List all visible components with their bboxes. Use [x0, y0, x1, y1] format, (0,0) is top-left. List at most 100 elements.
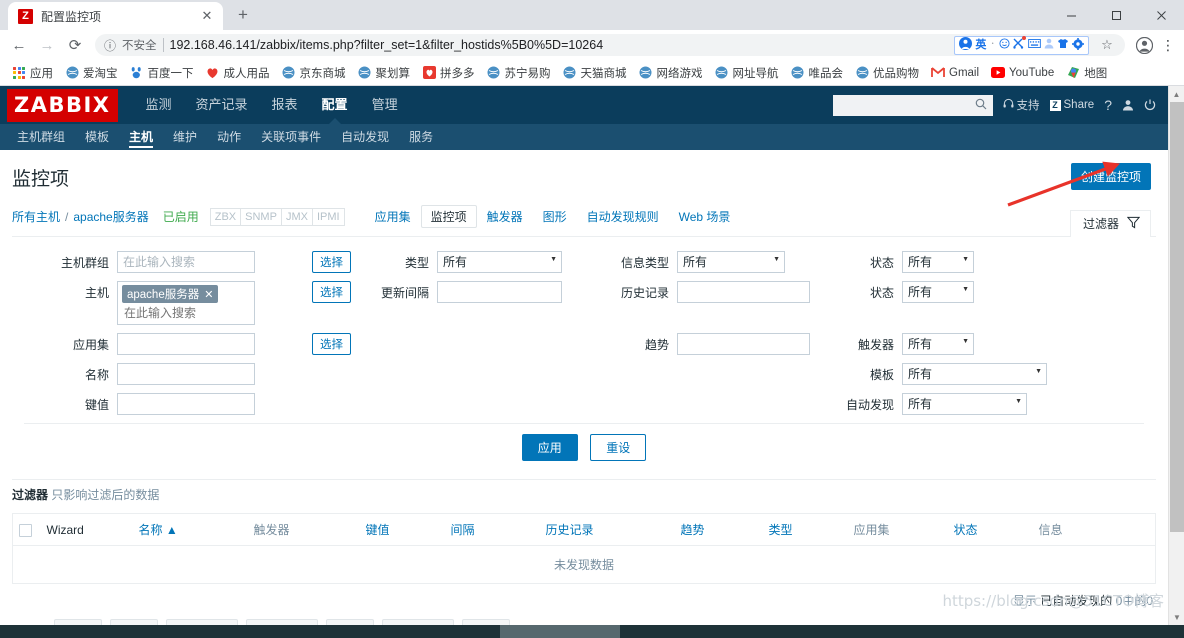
bookmark-tmall[interactable]: 天猫商城 [557, 62, 633, 84]
ime-keyboard-icon[interactable] [1028, 39, 1041, 51]
close-window-button[interactable] [1139, 0, 1184, 30]
subnav-discovery[interactable]: 自动发现 [331, 124, 399, 150]
subnav-correlation[interactable]: 关联项事件 [251, 124, 331, 150]
col-status[interactable]: 状态 [947, 513, 1033, 546]
page-scrollbar[interactable]: ▲ ▼ [1168, 86, 1184, 625]
forward-icon[interactable]: → [34, 32, 60, 58]
value-type-select[interactable]: 所有 [677, 251, 785, 273]
trends-input[interactable] [677, 333, 810, 355]
col-trends[interactable]: 趋势 [674, 513, 763, 546]
bookmark-wangluoyouxi[interactable]: 网络游戏 [633, 62, 709, 84]
bookmark-suning[interactable]: 苏宁易购 [481, 62, 557, 84]
browser-menu-icon[interactable]: ⋮ [1158, 37, 1178, 54]
template-select[interactable]: 所有 [902, 363, 1047, 385]
nav-item-administration[interactable]: 管理 [360, 86, 410, 124]
profile-avatar-icon[interactable] [1132, 33, 1156, 57]
scroll-down-arrow-icon[interactable]: ▼ [1169, 609, 1184, 625]
scrollbar-thumb[interactable] [1170, 102, 1184, 532]
tab-web-scenarios[interactable]: Web 场景 [669, 205, 741, 228]
bookmark-aitaobao[interactable]: 爱淘宝 [59, 62, 124, 84]
nav-item-monitoring[interactable]: 监测 [134, 86, 184, 124]
bookmark-gmail[interactable]: Gmail [925, 62, 985, 84]
help-icon[interactable]: ? [1104, 97, 1112, 113]
create-item-button[interactable]: 创建监控项 [1070, 163, 1151, 190]
tab-discovery-rules[interactable]: 自动发现规则 [577, 205, 669, 228]
signout-power-icon[interactable] [1144, 99, 1156, 111]
host-group-input[interactable] [117, 251, 255, 273]
type-select[interactable]: 所有 [437, 251, 562, 273]
host-search-input[interactable] [122, 303, 250, 320]
key-input[interactable] [117, 393, 255, 415]
tab-triggers[interactable]: 触发器 [477, 205, 533, 228]
host-multiselect[interactable]: apache服务器 ✕ [117, 281, 255, 325]
bookmark-juhuasuan[interactable]: 聚划算 [352, 62, 417, 84]
maximize-button[interactable] [1094, 0, 1139, 30]
ime-emoji-icon[interactable] [999, 38, 1010, 52]
bookmark-maps[interactable]: 地图 [1060, 62, 1113, 84]
ime-language-icon[interactable]: 英 [975, 39, 986, 51]
share-link[interactable]: Z Share [1049, 99, 1094, 111]
triggers-select[interactable]: 所有 [902, 333, 974, 355]
scroll-up-arrow-icon[interactable]: ▲ [1169, 86, 1184, 102]
nav-item-configuration[interactable]: 配置 [310, 86, 360, 124]
col-history[interactable]: 历史记录 [539, 513, 675, 546]
col-interval[interactable]: 间隔 [444, 513, 540, 546]
support-link[interactable]: 支持 [1003, 97, 1040, 113]
ime-punctuation-icon[interactable]: ᛫ [989, 39, 996, 51]
host-chip[interactable]: apache服务器 ✕ [122, 285, 219, 303]
nav-item-reports[interactable]: 报表 [260, 86, 310, 124]
tab-items[interactable]: 监控项 [420, 205, 477, 228]
state-select[interactable]: 所有 [902, 251, 974, 273]
search-input[interactable] [838, 98, 975, 112]
history-input[interactable] [677, 281, 810, 303]
taskbar-active-window[interactable] [500, 625, 620, 638]
browser-tab[interactable]: Z 配置监控项 ✕ [8, 2, 223, 30]
col-type[interactable]: 类型 [762, 513, 848, 546]
global-search-box[interactable] [832, 94, 993, 116]
breadcrumb-all-hosts[interactable]: 所有主机 [12, 208, 60, 225]
ime-settings-icon[interactable] [1072, 37, 1084, 53]
ime-user-icon[interactable] [1044, 38, 1054, 52]
subnav-hosts[interactable]: 主机 [119, 124, 163, 150]
select-all-checkbox[interactable] [19, 523, 32, 537]
nav-item-inventory[interactable]: 资产记录 [184, 86, 260, 124]
bookmark-apps[interactable]: 应用 [6, 62, 59, 84]
user-profile-icon[interactable] [1122, 99, 1134, 111]
application-input[interactable] [117, 333, 255, 355]
reset-filter-button[interactable]: 重设 [590, 434, 647, 461]
ime-skin-icon[interactable] [1057, 38, 1069, 52]
subnav-templates[interactable]: 模板 [75, 124, 119, 150]
col-name[interactable]: 名称 ▲ [132, 513, 248, 546]
subnav-maintenance[interactable]: 维护 [163, 124, 207, 150]
address-bar[interactable]: ⓘ 不安全 192.168.46.141/zabbix/items.php?fi… [95, 34, 1125, 56]
new-tab-button[interactable]: + [229, 2, 257, 30]
name-input[interactable] [117, 363, 255, 385]
discovery-select[interactable]: 所有 [902, 393, 1027, 415]
minimize-button[interactable] [1049, 0, 1094, 30]
status-select[interactable]: 所有 [902, 281, 974, 303]
tab-applications[interactable]: 应用集 [365, 205, 421, 228]
ime-scissors-icon[interactable] [1013, 36, 1026, 52]
tab-close-icon[interactable]: ✕ [199, 8, 215, 24]
bookmark-youtube[interactable]: YouTube [985, 62, 1060, 84]
search-icon[interactable] [975, 98, 987, 113]
site-info-icon[interactable]: ⓘ [104, 37, 116, 54]
subnav-host-groups[interactable]: 主机群组 [7, 124, 75, 150]
tab-graphs[interactable]: 图形 [533, 205, 577, 228]
col-key[interactable]: 键值 [359, 513, 445, 546]
bookmark-jingdong[interactable]: 京东商城 [276, 62, 352, 84]
host-select-button[interactable]: 选择 [312, 281, 351, 303]
zabbix-logo[interactable]: ZABBIX [7, 88, 118, 122]
application-select-button[interactable]: 选择 [312, 333, 351, 355]
bookmark-wangzhidaohang[interactable]: 网址导航 [709, 62, 785, 84]
update-interval-input[interactable] [437, 281, 562, 303]
filter-tab[interactable]: 过滤器 [1069, 210, 1151, 237]
breadcrumb-host[interactable]: apache服务器 [73, 208, 148, 225]
host-group-select-button[interactable]: 选择 [312, 251, 351, 273]
bookmark-baidu[interactable]: 百度一下 [124, 62, 200, 84]
ime-toolbar[interactable]: 英 ᛫ [954, 35, 1089, 55]
bookmark-star-icon[interactable]: ☆ [1095, 37, 1119, 53]
subnav-actions[interactable]: 动作 [207, 124, 251, 150]
back-icon[interactable]: ← [6, 32, 32, 58]
bookmark-vipshop[interactable]: 唯品会 [785, 62, 850, 84]
